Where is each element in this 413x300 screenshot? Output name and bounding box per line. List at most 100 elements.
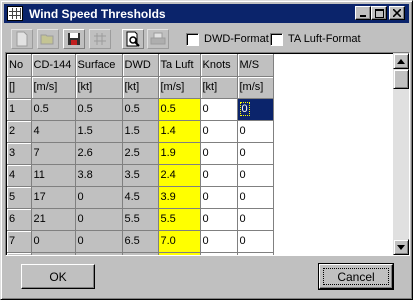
column-header[interactable]: DWD [122, 54, 159, 77]
table-cell[interactable]: 2.4 [158, 164, 201, 187]
table-cell[interactable]: 0 [237, 208, 274, 231]
dwd-format-label: DWD-Format [204, 33, 269, 45]
table-row: 8007.58.500 [7, 252, 274, 255]
table-cell[interactable]: 0 [200, 164, 238, 187]
table-cell[interactable]: 0.5 [75, 98, 123, 121]
table-row: 1 0.5 0.5 0.5 0.5 0 0 [7, 98, 274, 121]
table-cell[interactable]: 11 [31, 164, 76, 187]
table-cell[interactable]: 0 [237, 186, 274, 209]
row-header[interactable]: 4 [7, 164, 32, 187]
column-header[interactable]: CD-144 [31, 54, 76, 77]
table-cell[interactable]: 1.5 [122, 120, 159, 143]
table-cell[interactable]: 0 [200, 98, 238, 121]
column-header[interactable]: Knots [200, 54, 238, 77]
scroll-down-button[interactable] [393, 239, 409, 255]
ok-button[interactable]: OK [21, 264, 95, 289]
table-cell[interactable]: 0 [200, 186, 238, 209]
table-cell[interactable]: 0.5 [158, 98, 201, 121]
row-header[interactable]: 5 [7, 186, 32, 209]
table-cell[interactable]: 21 [31, 208, 76, 231]
table-cell[interactable]: 4.5 [122, 186, 159, 209]
scroll-thumb[interactable] [393, 69, 409, 89]
row-header[interactable]: 2 [7, 120, 32, 143]
table-cell[interactable]: 4 [31, 120, 76, 143]
new-document-icon [16, 31, 28, 47]
table-cell[interactable]: 0 [200, 230, 238, 253]
table-cell[interactable]: 0 [200, 120, 238, 143]
table-cell[interactable]: 7.0 [158, 230, 201, 253]
scroll-up-button[interactable] [393, 53, 409, 69]
table-cell[interactable]: 3.9 [158, 186, 201, 209]
table-row: 5 17 0 4.5 3.9 0 0 [7, 186, 274, 209]
grid-icon [94, 33, 106, 45]
save-button[interactable] [63, 29, 85, 49]
table-row: 6 21 0 5.5 5.5 0 0 [7, 208, 274, 231]
row-header[interactable]: 7 [7, 230, 32, 253]
maximize-button[interactable] [371, 6, 387, 20]
vertical-scrollbar[interactable] [393, 53, 409, 255]
table-cell[interactable]: 0 [75, 208, 123, 231]
selected-cell[interactable]: 0 [237, 98, 274, 121]
column-header[interactable]: Ta Luft [158, 54, 201, 77]
wind-speed-thresholds-window: Wind Speed Thresholds DWD-Format TA Luft… [0, 0, 413, 300]
column-header[interactable]: No [7, 54, 32, 77]
table-cell[interactable]: 0 [237, 120, 274, 143]
dwd-format-checkbox[interactable] [186, 33, 199, 46]
table-cell[interactable]: 0 [237, 230, 274, 253]
table-cell[interactable]: 6.5 [122, 230, 159, 253]
table-cell[interactable]: 0 [31, 230, 76, 253]
row-header[interactable]: 6 [7, 208, 32, 231]
table-cell[interactable]: 7 [31, 142, 76, 165]
thresholds-grid[interactable]: No CD-144 Surface DWD Ta Luft Knots M/S[] [m/s]… [5, 52, 410, 256]
printer-icon [150, 32, 166, 45]
table-cell[interactable]: 0 [237, 142, 274, 165]
table-cell[interactable]: 0 [200, 142, 238, 165]
table-cell[interactable]: 8.5 [158, 252, 201, 255]
table-cell[interactable]: 5.5 [158, 208, 201, 231]
table-cell[interactable]: 0 [200, 208, 238, 231]
print-preview-button[interactable] [122, 29, 144, 49]
table-cell[interactable]: 0 [75, 230, 123, 253]
table-cell[interactable]: 2.5 [122, 142, 159, 165]
unit-header: [kt] [122, 76, 159, 99]
table-cell[interactable]: 1.9 [158, 142, 201, 165]
table-cell[interactable]: 0 [75, 186, 123, 209]
table-row: 3 7 2.6 2.5 1.9 0 0 [7, 142, 274, 165]
table-cell[interactable]: 0 [237, 164, 274, 187]
minimize-icon [360, 15, 366, 17]
unit-header: [] [7, 76, 32, 99]
new-button[interactable] [11, 29, 33, 49]
row-header[interactable]: 8 [7, 252, 32, 255]
column-header[interactable]: M/S [237, 54, 274, 77]
table-cell[interactable]: 0.5 [122, 98, 159, 121]
ta-luft-format-checkbox[interactable] [270, 33, 283, 46]
minimize-button[interactable] [355, 6, 371, 20]
table-row: 7 0 0 6.5 7.0 0 0 [7, 230, 274, 253]
table-cell[interactable]: 3.5 [122, 164, 159, 187]
thresholds-table: No CD-144 Surface DWD Ta Luft Knots M/S[] [m/s]… [7, 54, 274, 255]
table-cell[interactable]: 5.5 [122, 208, 159, 231]
grid-button[interactable] [89, 29, 111, 49]
table-cell[interactable]: 0 [200, 252, 238, 255]
table-cell[interactable]: 0.5 [31, 98, 76, 121]
table-cell[interactable]: 0 [31, 252, 76, 255]
table-cell[interactable]: 2.6 [75, 142, 123, 165]
unit-header: [kt] [75, 76, 123, 99]
print-button[interactable] [147, 29, 169, 49]
window-title: Wind Speed Thresholds [29, 7, 166, 21]
table-cell[interactable]: 3.8 [75, 164, 123, 187]
table-cell[interactable]: 0 [75, 252, 123, 255]
table-cell[interactable]: 0 [237, 252, 274, 255]
table-cell[interactable]: 1.4 [158, 120, 201, 143]
table-cell[interactable]: 1.5 [75, 120, 123, 143]
close-button[interactable] [389, 6, 405, 20]
table-cell[interactable]: 17 [31, 186, 76, 209]
title-bar[interactable]: Wind Speed Thresholds [4, 4, 409, 23]
cancel-button[interactable]: Cancel [318, 263, 394, 290]
row-header[interactable]: 3 [7, 142, 32, 165]
table-cell[interactable]: 7.5 [122, 252, 159, 255]
open-button[interactable] [37, 29, 59, 49]
column-header[interactable]: Surface [75, 54, 123, 77]
arrow-down-icon [397, 244, 405, 250]
row-header[interactable]: 1 [7, 98, 32, 121]
